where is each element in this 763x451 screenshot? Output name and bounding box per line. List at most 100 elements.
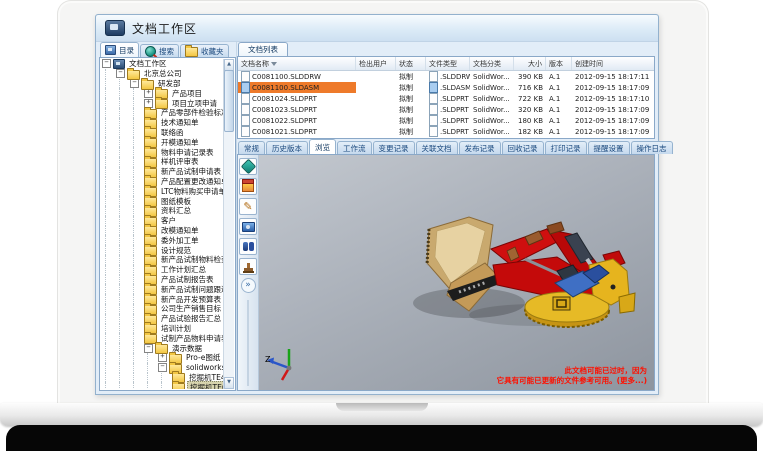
- version-cell: A.1: [546, 126, 572, 137]
- tree-indent-guide: [119, 118, 130, 128]
- tree-indent-guide: [119, 245, 130, 255]
- detail-tab-7[interactable]: 回收记录: [502, 141, 544, 154]
- file-type-icon: [429, 126, 438, 137]
- detail-tab-10[interactable]: 操作日志: [631, 141, 673, 154]
- folder-icon: [141, 80, 154, 90]
- doc-name-cell[interactable]: C0081022.SLDPRT: [238, 115, 356, 126]
- left-tab-strip: 目录搜索收藏夹: [99, 42, 236, 57]
- tree-toggle-minus-icon[interactable]: −: [158, 363, 167, 372]
- column-header-1[interactable]: 检出用户: [356, 57, 396, 70]
- detail-tab-8[interactable]: 打印记录: [545, 141, 587, 154]
- doc-name-cell[interactable]: C0081021.SLDPRT: [238, 126, 356, 137]
- table-row[interactable]: C0081021.SLDPRT拟制.SLDPRTSolidWor...182 K…: [238, 126, 654, 137]
- tree-indent-guide: [133, 157, 144, 167]
- tree-indent-guide: [133, 216, 144, 226]
- tree-toggle-minus-icon[interactable]: −: [116, 69, 125, 78]
- tree-item[interactable]: −研发部: [102, 79, 223, 89]
- version-cell: A.1: [546, 115, 572, 126]
- detail-tab-3[interactable]: 工作流: [337, 141, 372, 154]
- collapse-toolbar-button[interactable]: »: [241, 278, 256, 293]
- doc-name-cell[interactable]: C0081100.SLDASM: [238, 82, 356, 93]
- scrollbar-thumb[interactable]: [224, 70, 234, 132]
- detail-tab-6[interactable]: 发布记录: [459, 141, 501, 154]
- tree-toggle-minus-icon[interactable]: −: [102, 59, 111, 68]
- table-row[interactable]: C0081022.SLDPRT拟制.SLDPRTSolidWor...180 K…: [238, 115, 654, 126]
- left-tab-2[interactable]: 收藏夹: [180, 44, 229, 57]
- tree-indent-guide: [133, 284, 144, 294]
- viewer-tool-button-4[interactable]: [239, 238, 257, 255]
- tree-indent-guide: [105, 177, 116, 187]
- tree-indent-guide: [133, 137, 144, 147]
- left-tab-1[interactable]: 搜索: [140, 44, 179, 57]
- tree-indent-guide: [119, 226, 130, 236]
- column-header-6[interactable]: 版本: [546, 57, 572, 70]
- tree-indent-guide: [105, 79, 116, 89]
- size-cell: 390 KB: [514, 71, 546, 82]
- detail-tab-0[interactable]: 常规: [238, 141, 265, 154]
- checkout-user-cell: [356, 93, 396, 104]
- axis-z-label: Z: [265, 355, 270, 364]
- navigator-panel: 目录搜索收藏夹 −文档工作区−北京总公司−研发部+产品项目+项目立项申请产品零部…: [99, 42, 236, 391]
- tree-toggle-plus-icon[interactable]: +: [144, 89, 153, 98]
- column-header-0[interactable]: 文档名称: [238, 57, 356, 70]
- doc-name-cell[interactable]: C0081100.SLDDRW: [238, 71, 356, 82]
- doc-name: C0081023.SLDPRT: [252, 106, 317, 114]
- tree-indent-guide: [105, 333, 116, 343]
- tree-indent-guide: [133, 147, 144, 157]
- tree-toggle-plus-icon[interactable]: +: [158, 353, 167, 362]
- viewer-tool-button-3[interactable]: [239, 218, 257, 235]
- file-type-cell: .SLDPRT: [426, 126, 470, 137]
- category-cell: SolidWor...: [470, 82, 514, 93]
- detail-tab-2[interactable]: 浏览: [309, 139, 336, 154]
- viewer-tool-button-5[interactable]: [239, 258, 257, 275]
- tree-indent-guide: [133, 333, 144, 343]
- left-tab-0[interactable]: 目录: [100, 42, 139, 57]
- window-titlebar[interactable]: 文档工作区: [96, 15, 658, 42]
- tree-indent-guide: [105, 128, 116, 138]
- column-header-3[interactable]: 文件类型: [426, 57, 470, 70]
- tab-document-list[interactable]: 文档列表: [238, 42, 288, 56]
- version-cell: A.1: [546, 104, 572, 115]
- table-row[interactable]: C0081100.SLDDRW拟制.SLDDRWSolidWor...390 K…: [238, 71, 654, 82]
- tree-item[interactable]: 挖掘机TE650: [102, 382, 223, 389]
- table-row[interactable]: C0081100.SLDASM拟制.SLDASMSolidWor...716 K…: [238, 82, 654, 93]
- tree-indent-guide: [133, 304, 144, 314]
- viewer-tool-button-1[interactable]: [239, 178, 257, 195]
- viewer-tool-button-2[interactable]: ✎: [239, 198, 257, 215]
- window-title: 文档工作区: [132, 20, 197, 37]
- tree-toggle-minus-icon[interactable]: −: [130, 79, 139, 88]
- tree-item[interactable]: 试制产品物料申请表: [102, 333, 223, 343]
- tree-scrollbar[interactable]: ▲ ▼: [223, 59, 234, 389]
- detail-tab-9[interactable]: 提醒设置: [588, 141, 630, 154]
- excavator-3d-model[interactable]: [407, 199, 639, 351]
- tree-indent-guide: [105, 373, 116, 383]
- tree-indent-guide: [133, 294, 144, 304]
- doc-name-cell[interactable]: C0081023.SLDPRT: [238, 104, 356, 115]
- detail-tab-1[interactable]: 历史版本: [266, 141, 308, 154]
- tree-indent-guide: [119, 343, 130, 353]
- sort-arrow-icon: [271, 62, 277, 66]
- tree-indent-guide: [133, 353, 144, 363]
- tree-indent-guide: [133, 265, 144, 275]
- created-cell: 2012-09-15 18:17:10: [572, 93, 652, 104]
- column-header-4[interactable]: 文档分类: [470, 57, 514, 70]
- checkout-user-cell: [356, 104, 396, 115]
- column-header-5[interactable]: 大小: [514, 57, 546, 70]
- viewer-tool-button-0[interactable]: [239, 158, 257, 175]
- table-row[interactable]: C0081023.SLDPRT拟制.SLDPRTSolidWor...320 K…: [238, 104, 654, 115]
- table-row[interactable]: C0081024.SLDPRT拟制.SLDPRTSolidWor...722 K…: [238, 93, 654, 104]
- tree-indent-guide: [119, 304, 130, 314]
- viewer-viewport[interactable]: Z 此文档可能已过时，因为 它具有可能已更新的文件参考可用。(更多...): [259, 155, 654, 390]
- scroll-down-arrow[interactable]: ▼: [224, 377, 234, 389]
- doc-name-cell[interactable]: C0081024.SLDPRT: [238, 93, 356, 104]
- detail-tab-4[interactable]: 变更记录: [373, 141, 415, 154]
- column-header-2[interactable]: 状态: [396, 57, 426, 70]
- viewer-toolbar: ✎»: [238, 155, 259, 390]
- tree-indent-guide: [119, 382, 130, 389]
- detail-tab-5[interactable]: 关联文档: [416, 141, 458, 154]
- file-type-cell: .SLDPRT: [426, 93, 470, 104]
- column-header-label: 检出用户: [359, 59, 387, 69]
- column-header-7[interactable]: 创建时间: [572, 57, 654, 70]
- tree-toggle-minus-icon[interactable]: −: [144, 344, 153, 353]
- tree-indent-guide: [119, 284, 130, 294]
